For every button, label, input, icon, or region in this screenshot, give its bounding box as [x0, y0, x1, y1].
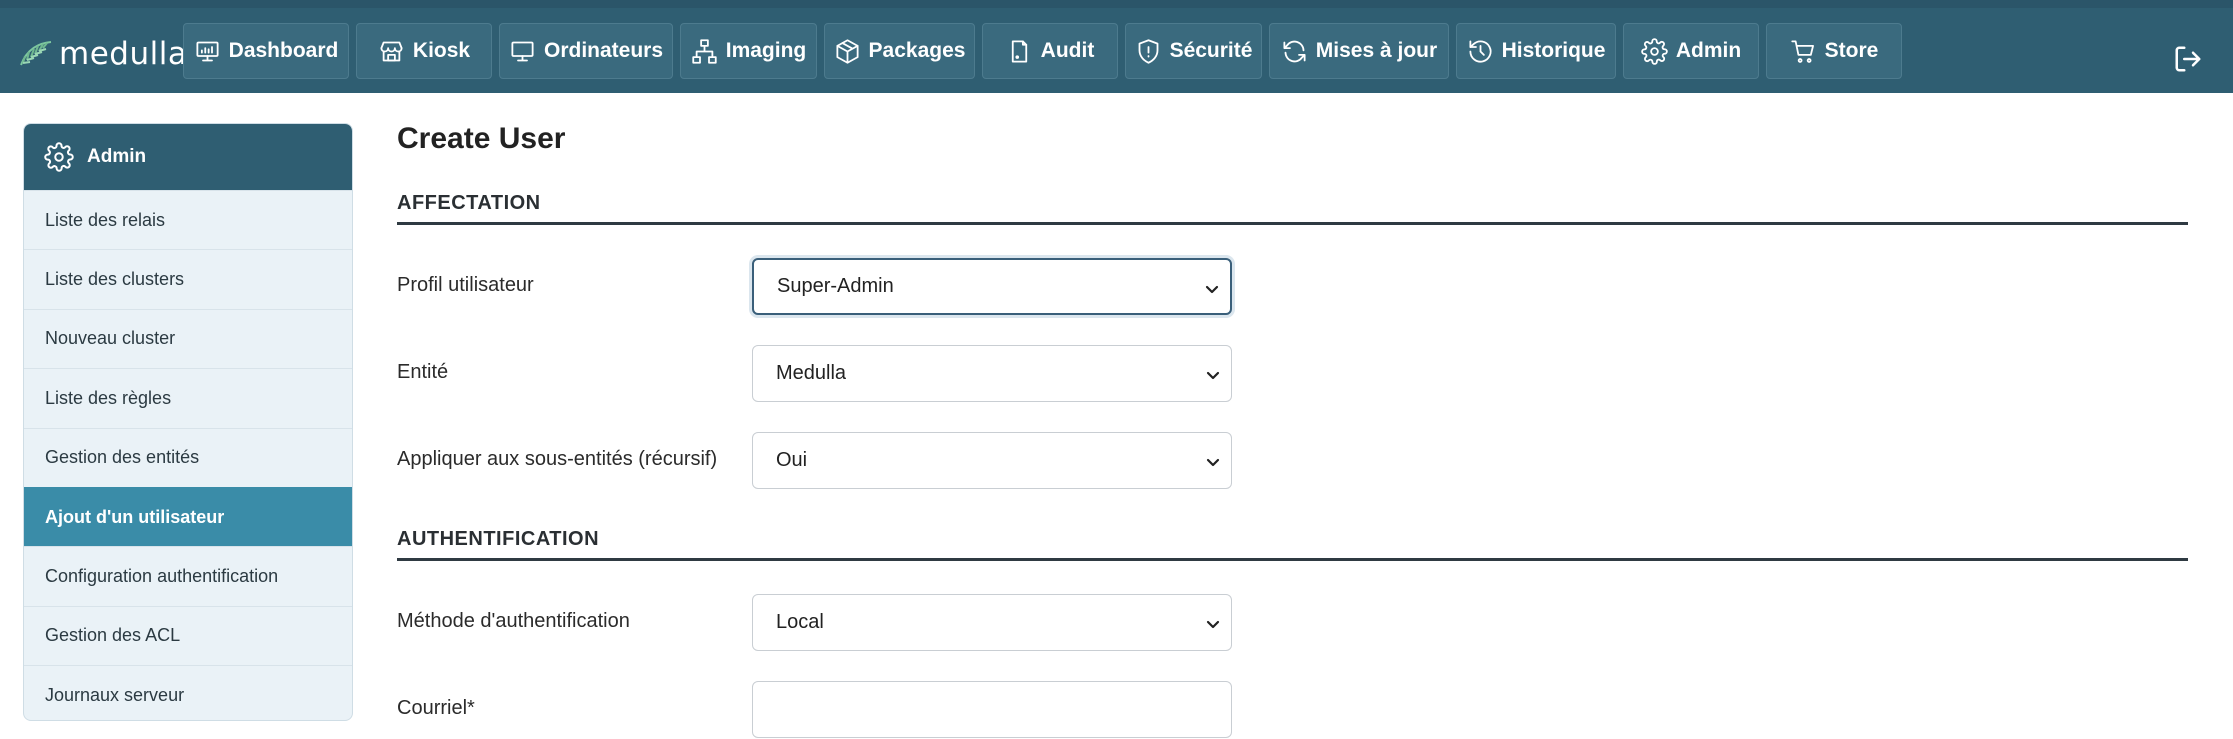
chevron-down-icon	[1204, 280, 1220, 296]
nav-ordinateurs[interactable]: Ordinateurs	[499, 23, 673, 79]
auth-method-select[interactable]: Local	[752, 594, 1232, 651]
sidebar-item-liste-relais[interactable]: Liste des relais	[24, 190, 352, 249]
recursive-label: Appliquer aux sous-entités (récursif)	[397, 448, 718, 470]
entity-select-value: Medulla	[776, 362, 847, 384]
sidebar-item-gestion-entites[interactable]: Gestion des entités	[24, 427, 352, 487]
nav-store[interactable]: Store	[1766, 23, 1902, 79]
history-icon	[1469, 39, 1492, 63]
chevron-down-icon	[1205, 366, 1221, 382]
dashboard-icon	[196, 41, 219, 61]
section-authentification: AUTHENTIFICATION	[397, 528, 2188, 561]
cart-icon	[1791, 39, 1814, 63]
nav-label: Packages	[868, 39, 966, 62]
sidebar-item-journaux-serveur[interactable]: Journaux serveur	[24, 665, 352, 720]
nav-label: Ordinateurs	[543, 39, 664, 62]
email-field[interactable]	[752, 681, 1232, 738]
monitor-icon	[511, 41, 534, 61]
sidebar-header: Admin	[24, 124, 352, 190]
shield-icon	[1138, 38, 1158, 64]
main-nav: Dashboard Kiosk Ordinateurs Imaging Pack…	[183, 23, 1902, 79]
gear-icon	[44, 142, 74, 172]
sidebar-title: Admin	[87, 146, 147, 167]
nav-packages[interactable]: Packages	[824, 23, 975, 79]
sidebar-item-label: Journaux serveur	[45, 684, 185, 705]
gear-icon	[1641, 37, 1668, 65]
nav-label: Sécurité	[1169, 39, 1253, 62]
sidebar-item-label: Liste des relais	[45, 209, 166, 230]
sidebar-item-label: Nouveau cluster	[45, 328, 176, 349]
entity-select[interactable]: Medulla	[752, 345, 1232, 402]
sidebar-item-gestion-acl[interactable]: Gestion des ACL	[24, 605, 352, 665]
nav-historique[interactable]: Historique	[1456, 23, 1616, 79]
sidebar-item-configuration-authentification[interactable]: Configuration authentification	[24, 546, 352, 605]
nav-kiosk[interactable]: Kiosk	[356, 23, 492, 79]
profile-select[interactable]: Super-Admin	[752, 258, 1232, 315]
brand-logo[interactable]: medulla	[19, 36, 187, 72]
nav-mises-a-jour[interactable]: Mises à jour	[1269, 23, 1449, 79]
network-icon	[692, 38, 717, 64]
sidebar-item-liste-clusters[interactable]: Liste des clusters	[24, 249, 352, 308]
sidebar-item-label: Gestion des entités	[45, 447, 200, 468]
section-affectation: AFFECTATION	[397, 192, 2188, 225]
admin-sidebar: Admin Liste des relais Liste des cluster…	[23, 123, 353, 721]
sidebar-item-label: Liste des règles	[45, 387, 172, 408]
chevron-down-icon	[1205, 615, 1221, 631]
sidebar-item-liste-regles[interactable]: Liste des règles	[24, 368, 352, 427]
nav-label: Audit	[1040, 39, 1095, 62]
sidebar-item-label: Ajout d'un utilisateur	[45, 506, 225, 527]
nav-label: Historique	[1501, 39, 1606, 62]
recursive-select[interactable]: Oui	[752, 432, 1232, 489]
brand-name: medulla	[59, 36, 188, 72]
chevron-down-icon	[1205, 453, 1221, 469]
profile-label: Profil utilisateur	[397, 274, 534, 296]
page-title: Create User	[397, 122, 566, 155]
nav-label: Store	[1824, 39, 1879, 62]
auth-method-label: Méthode d'authentification	[397, 610, 630, 632]
nav-label: Mises à jour	[1315, 39, 1438, 62]
nav-label: Dashboard	[228, 39, 339, 62]
nav-dashboard[interactable]: Dashboard	[183, 23, 349, 79]
nav-label: Kiosk	[412, 39, 471, 62]
top-navigation-bar: medulla Dashboard Kiosk Ordinateurs Imag…	[0, 0, 2233, 93]
auth-method-select-value: Local	[776, 611, 824, 633]
logout-button[interactable]	[2173, 44, 2203, 74]
email-label: Courriel*	[397, 697, 475, 719]
audit-icon	[1011, 39, 1027, 63]
nav-audit[interactable]: Audit	[982, 23, 1118, 79]
nav-admin[interactable]: Admin	[1623, 23, 1759, 79]
logout-icon	[2175, 46, 2201, 72]
leaf-logo-icon	[20, 41, 52, 66]
nav-imaging[interactable]: Imaging	[680, 23, 817, 79]
nav-label: Admin	[1675, 39, 1742, 62]
sidebar-item-nouveau-cluster[interactable]: Nouveau cluster	[24, 308, 352, 368]
nav-label: Imaging	[725, 39, 807, 62]
package-icon	[836, 38, 859, 64]
refresh-icon	[1283, 40, 1306, 62]
nav-securite[interactable]: Sécurité	[1125, 23, 1262, 79]
recursive-select-value: Oui	[776, 449, 808, 471]
sidebar-item-ajout-utilisateur[interactable]: Ajout d'un utilisateur	[24, 486, 352, 547]
sidebar-item-label: Gestion des ACL	[45, 625, 181, 646]
profile-select-value: Super-Admin	[777, 275, 894, 297]
entity-label: Entité	[397, 361, 449, 383]
kiosk-icon	[380, 41, 403, 61]
sidebar-item-label: Configuration authentification	[45, 566, 279, 587]
sidebar-item-label: Liste des clusters	[45, 269, 185, 290]
